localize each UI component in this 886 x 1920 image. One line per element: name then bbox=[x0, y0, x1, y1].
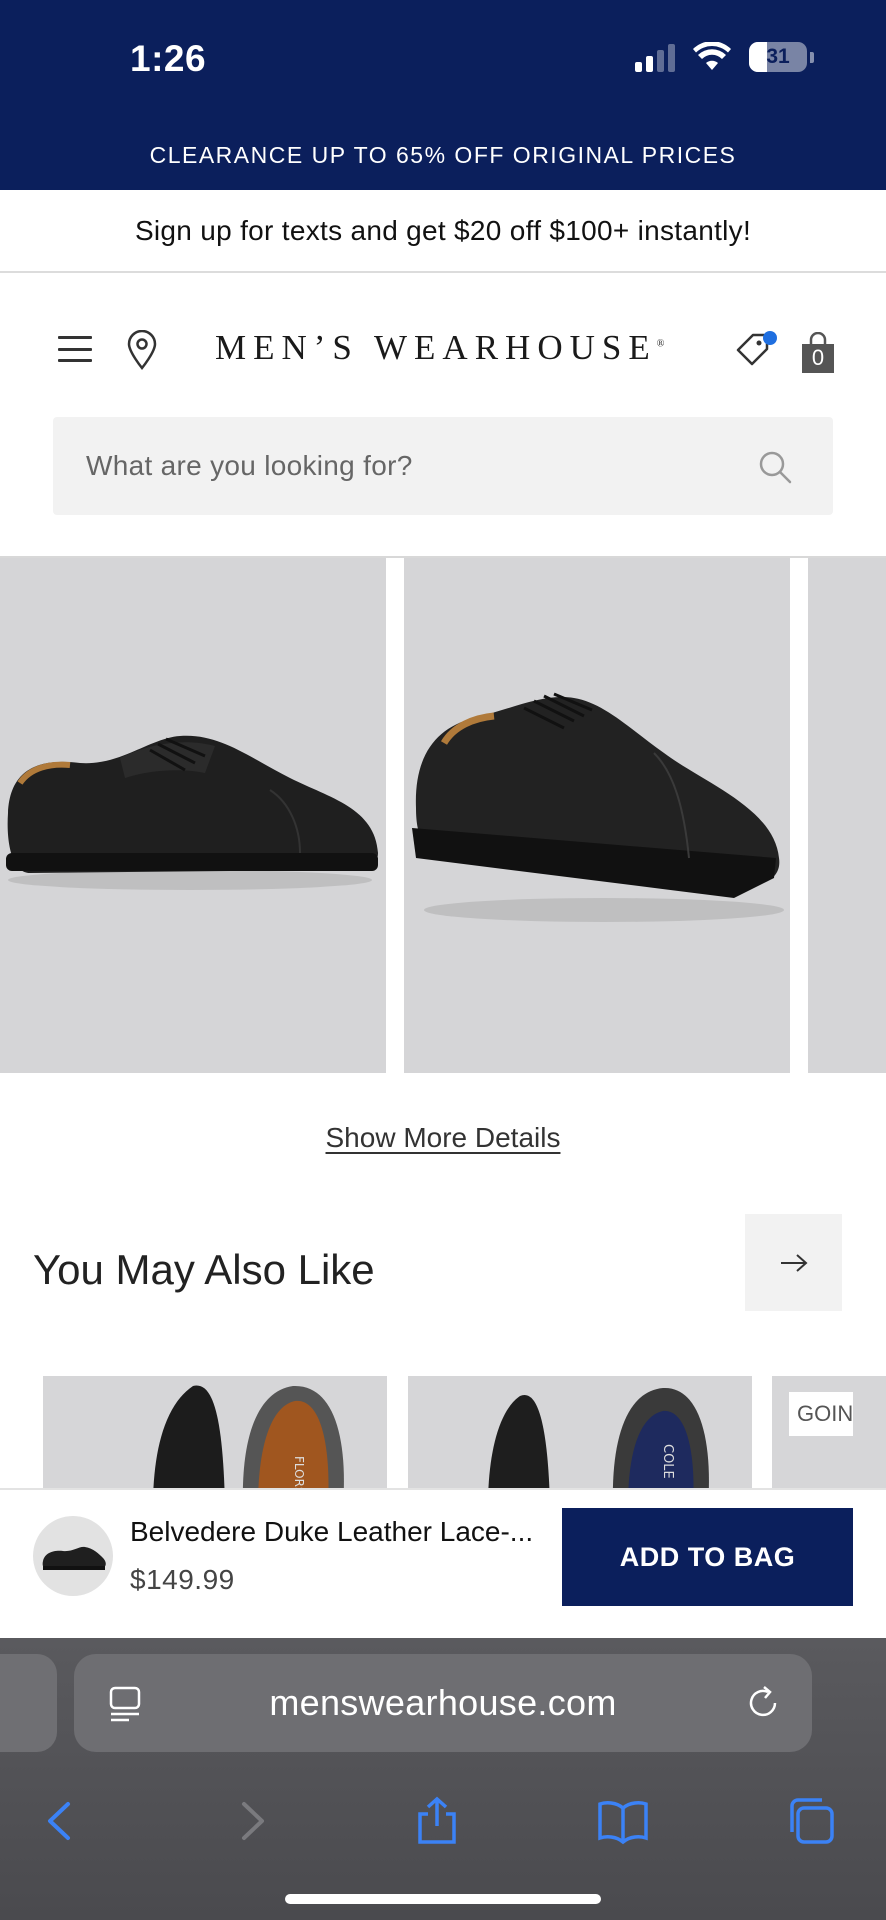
show-more-details-link[interactable]: Show More Details bbox=[0, 1122, 886, 1154]
url-text: menswearhouse.com bbox=[269, 1682, 617, 1723]
bag-count: 0 bbox=[811, 345, 825, 370]
recommendations-title: You May Also Like bbox=[33, 1246, 375, 1293]
wifi-icon bbox=[693, 42, 731, 70]
product-price: $149.99 bbox=[130, 1564, 235, 1595]
product-image-gallery[interactable] bbox=[0, 558, 886, 1073]
battery-level: 31 bbox=[766, 45, 790, 68]
reload-icon[interactable] bbox=[744, 1684, 782, 1722]
shoe-thumbnail-image bbox=[42, 1546, 106, 1570]
browser-toolbar: menswearhouse.com bbox=[0, 1638, 886, 1920]
menu-icon[interactable] bbox=[58, 336, 92, 362]
forward-icon[interactable] bbox=[226, 1796, 276, 1846]
product-name: Belvedere Duke Leather Lace-... bbox=[130, 1516, 534, 1547]
status-time: 1:26 bbox=[130, 38, 207, 79]
sms-signup-banner[interactable]: Sign up for texts and get $20 off $100+ … bbox=[0, 190, 886, 273]
cellular-signal-icon bbox=[635, 42, 675, 72]
recommendations-carousel[interactable]: FLORS COLE GOIN bbox=[0, 1376, 886, 1488]
product-image[interactable] bbox=[0, 558, 386, 1073]
shoe-side-image bbox=[6, 735, 378, 890]
product-image[interactable] bbox=[808, 558, 886, 1073]
search-placeholder: What are you looking for? bbox=[86, 450, 413, 481]
svg-text:FLORS: FLORS bbox=[292, 1456, 306, 1488]
store-locator-icon[interactable] bbox=[126, 330, 158, 370]
tabs-icon[interactable] bbox=[786, 1796, 836, 1846]
promo-banner-text[interactable]: CLEARANCE UP TO 65% OFF ORIGINAL PRICES bbox=[0, 142, 886, 169]
home-indicator[interactable] bbox=[285, 1894, 601, 1904]
recommendation-badge: GOIN bbox=[789, 1392, 853, 1436]
search-icon[interactable] bbox=[757, 449, 793, 485]
address-bar[interactable]: menswearhouse.com bbox=[74, 1654, 812, 1752]
search-input[interactable]: What are you looking for? bbox=[53, 417, 833, 515]
sticky-add-to-bag-bar: Belvedere Duke Leather Lace-... $149.99 … bbox=[0, 1488, 886, 1638]
brand-logo[interactable]: MEN’S WEARHOUSE® bbox=[215, 328, 664, 368]
status-icons: 31 bbox=[635, 42, 814, 72]
product-thumbnail bbox=[33, 1516, 113, 1596]
svg-text:COLE: COLE bbox=[660, 1444, 675, 1479]
notification-dot bbox=[763, 331, 777, 345]
recommendation-card[interactable]: FLORS bbox=[43, 1376, 387, 1488]
add-to-bag-button[interactable]: ADD TO BAG bbox=[562, 1508, 853, 1606]
top-banner: 1:26 31 CLEARANCE UP TO 65% OFF ORIGINAL… bbox=[0, 0, 886, 190]
shoe-angle-image bbox=[412, 692, 784, 922]
bookmarks-icon[interactable] bbox=[598, 1796, 648, 1846]
recommendation-card[interactable]: COLE bbox=[408, 1376, 752, 1488]
previous-tab-preview[interactable] bbox=[0, 1654, 57, 1752]
shoe-pair-image: COLE bbox=[488, 1387, 709, 1488]
share-icon[interactable] bbox=[412, 1796, 462, 1846]
product-image[interactable] bbox=[404, 558, 790, 1073]
shoe-pair-image: FLORS bbox=[153, 1385, 344, 1488]
arrow-right-icon bbox=[780, 1253, 808, 1272]
next-recommendations-button[interactable] bbox=[745, 1214, 842, 1311]
browser-nav-row bbox=[0, 1778, 886, 1858]
battery-icon: 31 bbox=[749, 42, 807, 72]
site-header: MEN’S WEARHOUSE® 0 bbox=[0, 300, 886, 400]
back-icon[interactable] bbox=[36, 1796, 86, 1846]
battery-tip bbox=[810, 51, 814, 63]
shoe-partial-image bbox=[808, 558, 886, 1073]
